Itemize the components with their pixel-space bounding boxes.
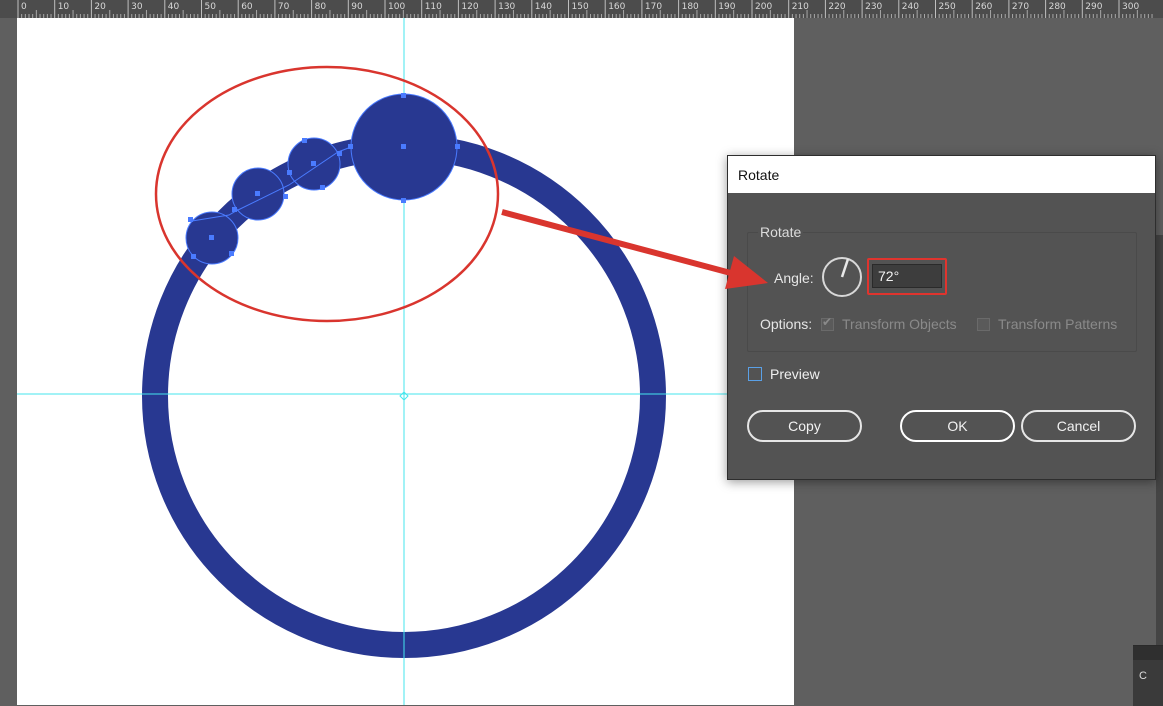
ruler-label: 210 (791, 2, 809, 12)
ruler-label: 170 (644, 2, 663, 12)
horizontal-ruler[interactable]: 0 10 20 30 40 50 60 70 80 90 100 110 120 130 140 150 160… (0, 0, 1163, 18)
annotation-ellipse (154, 65, 500, 323)
ruler-label: 180 (681, 2, 699, 12)
ok-button[interactable]: OK (900, 410, 1015, 442)
options-label: Options: (760, 316, 813, 332)
preview-label: Preview (770, 366, 820, 382)
ruler-label: 220 (828, 2, 846, 12)
ruler-label: 20 (94, 2, 106, 12)
ruler-label: 240 (901, 2, 919, 12)
ruler-label: 100 (388, 2, 406, 12)
ruler-label: 270 (1011, 2, 1030, 12)
ruler-label: 10 (57, 2, 70, 12)
ruler-label: 40 (167, 2, 180, 12)
preview-checkbox[interactable] (748, 367, 762, 381)
ruler-label: 120 (461, 2, 479, 12)
ruler-label: 110 (424, 2, 442, 12)
transform-objects-checkbox[interactable]: ✔ (821, 314, 834, 331)
transform-patterns-option[interactable]: Transform Patterns (977, 314, 1117, 334)
ruler-label: 0 (21, 2, 27, 12)
ruler-label: 60 (241, 2, 253, 12)
ruler-label: 190 (718, 2, 736, 12)
panel-stub-label: C (1139, 670, 1147, 682)
transform-objects-label: Transform Objects (842, 316, 957, 332)
ruler-label: 90 (351, 2, 363, 12)
circle-group[interactable] (185, 93, 460, 265)
angle-label: Angle: (774, 270, 814, 286)
artboard[interactable] (17, 18, 794, 705)
ruler-label: 250 (938, 2, 956, 12)
ruler-label: 80 (314, 2, 327, 12)
transform-objects-option[interactable]: ✔ Transform Objects (821, 314, 957, 334)
cancel-button[interactable]: Cancel (1021, 410, 1136, 442)
ruler-label: 290 (1085, 2, 1103, 12)
preview-option[interactable]: Preview (748, 364, 820, 384)
ruler-label: 70 (277, 2, 290, 12)
ruler-label: 50 (204, 2, 216, 12)
collapsed-panel[interactable]: C (1133, 645, 1163, 706)
dialog-title-bar[interactable]: Rotate (728, 156, 1155, 193)
artwork-canvas[interactable] (17, 18, 794, 705)
ruler-label: 230 (865, 2, 883, 12)
ruler-label: 200 (755, 2, 773, 12)
ruler-label: 30 (131, 2, 143, 12)
transform-patterns-label: Transform Patterns (998, 316, 1118, 332)
ruler-label: 300 (1122, 2, 1140, 12)
rotate-dialog: Rotate Rotate Angle: Options: ✔ Transfor… (727, 155, 1156, 480)
panel-edge (1156, 235, 1163, 705)
transform-patterns-checkbox[interactable] (977, 317, 990, 331)
dialog-title: Rotate (738, 167, 780, 183)
ruler-label: 160 (608, 2, 626, 12)
angle-input[interactable] (872, 264, 942, 288)
ruler-label: 140 (534, 2, 552, 12)
copy-button[interactable]: Copy (747, 410, 862, 442)
angle-dial-icon[interactable] (821, 256, 865, 300)
ruler-label: 280 (1048, 2, 1066, 12)
ruler-label: 260 (975, 2, 993, 12)
panel-stub-header (1133, 646, 1163, 660)
rotate-group-label: Rotate (758, 224, 804, 240)
ruler-label: 130 (498, 2, 516, 12)
ruler-label: 150 (571, 2, 589, 12)
checkmark-icon: ✔ (822, 314, 833, 329)
